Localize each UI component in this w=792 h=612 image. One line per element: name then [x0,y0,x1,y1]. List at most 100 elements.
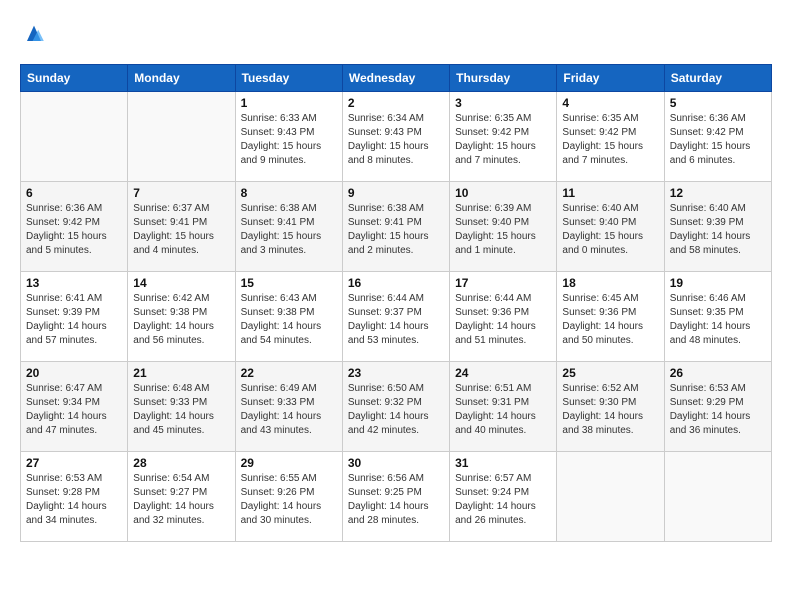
day-number: 18 [562,276,658,290]
day-number: 3 [455,96,551,110]
day-info: Sunrise: 6:42 AM Sunset: 9:38 PM Dayligh… [133,292,229,348]
calendar-cell: 13 Sunrise: 6:41 AM Sunset: 9:39 PM Dayli… [21,272,128,362]
calendar-cell: 6 Sunrise: 6:36 AM Sunset: 9:42 PM Daylig… [21,182,128,272]
calendar-week-row: 13 Sunrise: 6:41 AM Sunset: 9:39 PM Dayli… [21,272,772,362]
day-number: 22 [241,366,337,380]
column-header-wednesday: Wednesday [342,65,449,92]
day-number: 9 [348,186,444,200]
day-info: Sunrise: 6:52 AM Sunset: 9:30 PM Dayligh… [562,382,658,438]
day-info: Sunrise: 6:47 AM Sunset: 9:34 PM Dayligh… [26,382,122,438]
day-number: 29 [241,456,337,470]
column-header-saturday: Saturday [664,65,771,92]
calendar-cell: 3 Sunrise: 6:35 AM Sunset: 9:42 PM Daylig… [450,92,557,182]
calendar-cell: 7 Sunrise: 6:37 AM Sunset: 9:41 PM Daylig… [128,182,235,272]
calendar-cell: 27 Sunrise: 6:53 AM Sunset: 9:28 PM Dayli… [21,452,128,542]
day-info: Sunrise: 6:53 AM Sunset: 9:28 PM Dayligh… [26,472,122,528]
calendar-cell: 23Sunrise: 6:50 AM Sunset: 9:32 PM Dayli… [342,362,449,452]
calendar-cell: 9 Sunrise: 6:38 AM Sunset: 9:41 PM Daylig… [342,182,449,272]
logo [20,20,52,48]
calendar-cell: 20 Sunrise: 6:47 AM Sunset: 9:34 PM Dayli… [21,362,128,452]
calendar-cell: 26 Sunrise: 6:53 AM Sunset: 9:29 PM Dayli… [664,362,771,452]
calendar-cell: 21Sunrise: 6:48 AM Sunset: 9:33 PM Dayli… [128,362,235,452]
day-info: Sunrise: 6:44 AM Sunset: 9:37 PM Dayligh… [348,292,444,348]
day-number: 10 [455,186,551,200]
day-number: 4 [562,96,658,110]
day-number: 28 [133,456,229,470]
day-info: Sunrise: 6:53 AM Sunset: 9:29 PM Dayligh… [670,382,766,438]
day-number: 13 [26,276,122,290]
day-number: 25 [562,366,658,380]
day-number: 1 [241,96,337,110]
calendar-week-row: 1 Sunrise: 6:33 AM Sunset: 9:43 PM Daylig… [21,92,772,182]
day-info: Sunrise: 6:49 AM Sunset: 9:33 PM Dayligh… [241,382,337,438]
day-info: Sunrise: 6:46 AM Sunset: 9:35 PM Dayligh… [670,292,766,348]
calendar-cell: 16 Sunrise: 6:44 AM Sunset: 9:37 PM Dayli… [342,272,449,362]
calendar-cell: 24Sunrise: 6:51 AM Sunset: 9:31 PM Dayli… [450,362,557,452]
calendar-cell: 15Sunrise: 6:43 AM Sunset: 9:38 PM Dayli… [235,272,342,362]
day-info: Sunrise: 6:38 AM Sunset: 9:41 PM Dayligh… [241,202,337,258]
day-info: Sunrise: 6:36 AM Sunset: 9:42 PM Dayligh… [670,112,766,168]
calendar-cell [21,92,128,182]
day-info: Sunrise: 6:37 AM Sunset: 9:41 PM Dayligh… [133,202,229,258]
calendar-cell: 30Sunrise: 6:56 AM Sunset: 9:25 PM Dayli… [342,452,449,542]
page-header [20,20,772,48]
column-header-sunday: Sunday [21,65,128,92]
day-info: Sunrise: 6:36 AM Sunset: 9:42 PM Dayligh… [26,202,122,258]
calendar-header-row: SundayMondayTuesdayWednesdayThursdayFrid… [21,65,772,92]
calendar-cell [128,92,235,182]
day-info: Sunrise: 6:51 AM Sunset: 9:31 PM Dayligh… [455,382,551,438]
column-header-friday: Friday [557,65,664,92]
day-info: Sunrise: 6:40 AM Sunset: 9:40 PM Dayligh… [562,202,658,258]
day-number: 6 [26,186,122,200]
day-number: 20 [26,366,122,380]
day-number: 5 [670,96,766,110]
calendar-week-row: 20 Sunrise: 6:47 AM Sunset: 9:34 PM Dayli… [21,362,772,452]
day-number: 8 [241,186,337,200]
day-number: 16 [348,276,444,290]
calendar-cell: 14 Sunrise: 6:42 AM Sunset: 9:38 PM Dayli… [128,272,235,362]
day-info: Sunrise: 6:57 AM Sunset: 9:24 PM Dayligh… [455,472,551,528]
day-info: Sunrise: 6:34 AM Sunset: 9:43 PM Dayligh… [348,112,444,168]
day-info: Sunrise: 6:35 AM Sunset: 9:42 PM Dayligh… [455,112,551,168]
day-number: 30 [348,456,444,470]
day-info: Sunrise: 6:44 AM Sunset: 9:36 PM Dayligh… [455,292,551,348]
calendar-cell: 18 Sunrise: 6:45 AM Sunset: 9:36 PM Dayli… [557,272,664,362]
day-number: 2 [348,96,444,110]
day-number: 27 [26,456,122,470]
calendar-cell: 2 Sunrise: 6:34 AM Sunset: 9:43 PM Daylig… [342,92,449,182]
day-info: Sunrise: 6:50 AM Sunset: 9:32 PM Dayligh… [348,382,444,438]
day-info: Sunrise: 6:41 AM Sunset: 9:39 PM Dayligh… [26,292,122,348]
calendar-cell: 5 Sunrise: 6:36 AM Sunset: 9:42 PM Daylig… [664,92,771,182]
calendar-cell [664,452,771,542]
day-number: 31 [455,456,551,470]
calendar-week-row: 6 Sunrise: 6:36 AM Sunset: 9:42 PM Daylig… [21,182,772,272]
calendar-cell: 11 Sunrise: 6:40 AM Sunset: 9:40 PM Dayli… [557,182,664,272]
calendar-cell [557,452,664,542]
column-header-thursday: Thursday [450,65,557,92]
day-number: 11 [562,186,658,200]
day-number: 19 [670,276,766,290]
day-info: Sunrise: 6:35 AM Sunset: 9:42 PM Dayligh… [562,112,658,168]
day-number: 7 [133,186,229,200]
calendar-cell: 10 Sunrise: 6:39 AM Sunset: 9:40 PM Dayli… [450,182,557,272]
day-info: Sunrise: 6:43 AM Sunset: 9:38 PM Dayligh… [241,292,337,348]
day-number: 26 [670,366,766,380]
day-info: Sunrise: 6:54 AM Sunset: 9:27 PM Dayligh… [133,472,229,528]
day-info: Sunrise: 6:39 AM Sunset: 9:40 PM Dayligh… [455,202,551,258]
calendar-cell: 29Sunrise: 6:55 AM Sunset: 9:26 PM Dayli… [235,452,342,542]
day-info: Sunrise: 6:33 AM Sunset: 9:43 PM Dayligh… [241,112,337,168]
column-header-monday: Monday [128,65,235,92]
day-info: Sunrise: 6:48 AM Sunset: 9:33 PM Dayligh… [133,382,229,438]
calendar-cell: 25 Sunrise: 6:52 AM Sunset: 9:30 PM Dayli… [557,362,664,452]
calendar-cell: 19 Sunrise: 6:46 AM Sunset: 9:35 PM Dayli… [664,272,771,362]
calendar-cell: 31 Sunrise: 6:57 AM Sunset: 9:24 PM Dayli… [450,452,557,542]
day-info: Sunrise: 6:40 AM Sunset: 9:39 PM Dayligh… [670,202,766,258]
day-number: 17 [455,276,551,290]
column-header-tuesday: Tuesday [235,65,342,92]
day-info: Sunrise: 6:38 AM Sunset: 9:41 PM Dayligh… [348,202,444,258]
day-number: 12 [670,186,766,200]
day-number: 14 [133,276,229,290]
day-info: Sunrise: 6:45 AM Sunset: 9:36 PM Dayligh… [562,292,658,348]
calendar-table: SundayMondayTuesdayWednesdayThursdayFrid… [20,64,772,542]
calendar-week-row: 27 Sunrise: 6:53 AM Sunset: 9:28 PM Dayli… [21,452,772,542]
